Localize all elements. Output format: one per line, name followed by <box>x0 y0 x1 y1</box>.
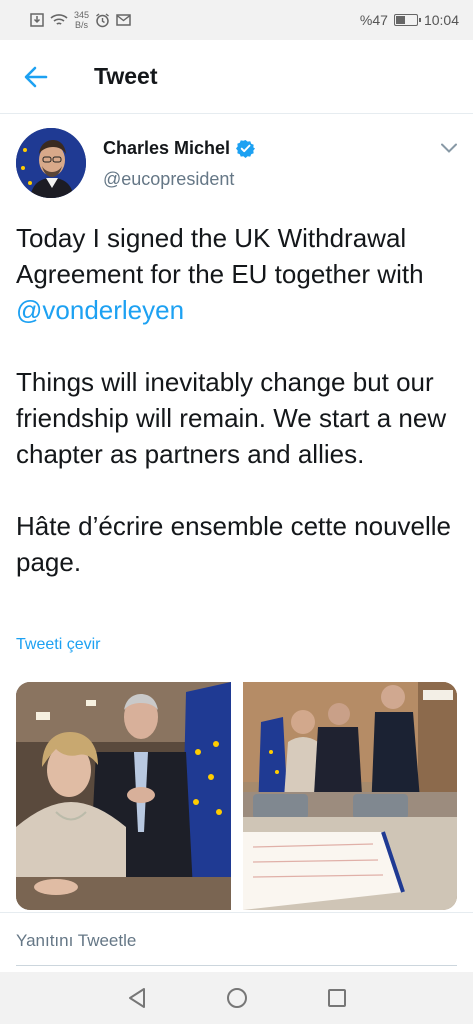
battery-icon <box>393 14 421 26</box>
nav-back-button[interactable] <box>122 983 152 1013</box>
tweet-paragraph-2: Things will inevitably change but our fr… <box>16 367 447 469</box>
header: Tweet <box>0 40 473 114</box>
tweet-text: Today I signed the UK Withdrawal Agreeme… <box>16 220 461 580</box>
recents-square-icon <box>327 989 346 1007</box>
chevron-down-icon <box>441 143 457 153</box>
wifi-icon <box>50 13 68 27</box>
page-title: Tweet <box>94 63 158 89</box>
back-triangle-icon <box>128 988 145 1008</box>
tweet-paragraph-1: Today I signed the UK Withdrawal Agreeme… <box>16 220 461 328</box>
system-nav-bar <box>0 972 473 1024</box>
reply-input-underline <box>16 965 457 966</box>
battery-percent: %47 <box>359 12 388 28</box>
tweet-paragraph-3: Hâte d’écrire ensemble cette nouvelle pa… <box>16 511 452 577</box>
battery-fill <box>395 16 405 24</box>
arrow-left-icon <box>24 66 48 87</box>
translate-tweet-link[interactable]: Tweeti çevir <box>16 636 100 654</box>
tweet-photo-1[interactable] <box>16 682 231 910</box>
tweet-author: Charles Michel @eucopresident <box>16 128 461 200</box>
nav-recents-button[interactable] <box>322 983 352 1013</box>
back-button[interactable] <box>0 40 72 114</box>
nav-home-button[interactable] <box>222 983 252 1013</box>
status-bar-right: %47 10:04 <box>360 12 459 28</box>
mention-link[interactable]: @vonderleyen <box>16 295 184 325</box>
verified-badge-icon <box>236 139 256 158</box>
author-info: Charles Michel @eucopresident <box>103 138 256 200</box>
author-name-line: Charles Michel <box>103 138 256 159</box>
alarm-icon <box>95 12 110 28</box>
clock: 10:04 <box>423 12 459 28</box>
network-speed: 345 B/s <box>74 10 89 30</box>
author-name[interactable]: Charles Michel <box>103 138 230 159</box>
tweet-options-button[interactable] <box>437 138 461 158</box>
tweet-media <box>16 682 457 910</box>
network-speed-value: 345 <box>74 10 90 20</box>
status-bar-left: 345 B/s <box>30 10 131 30</box>
tweet-photo-2[interactable] <box>242 682 458 910</box>
download-icon <box>30 13 44 27</box>
status-bar: 345 B/s %47 10:04 <box>0 0 473 40</box>
reply-input[interactable]: Yanıtını Tweetle <box>16 931 136 951</box>
home-circle-icon <box>226 988 247 1008</box>
avatar[interactable] <box>16 128 86 198</box>
author-handle[interactable]: @eucopresident <box>103 169 255 190</box>
network-speed-unit: B/s <box>75 20 89 30</box>
mail-icon <box>116 14 131 26</box>
tweet-paragraph-1-text: Today I signed the UK Withdrawal Agreeme… <box>16 223 424 289</box>
reply-bar: Yanıtını Tweetle <box>0 912 473 972</box>
